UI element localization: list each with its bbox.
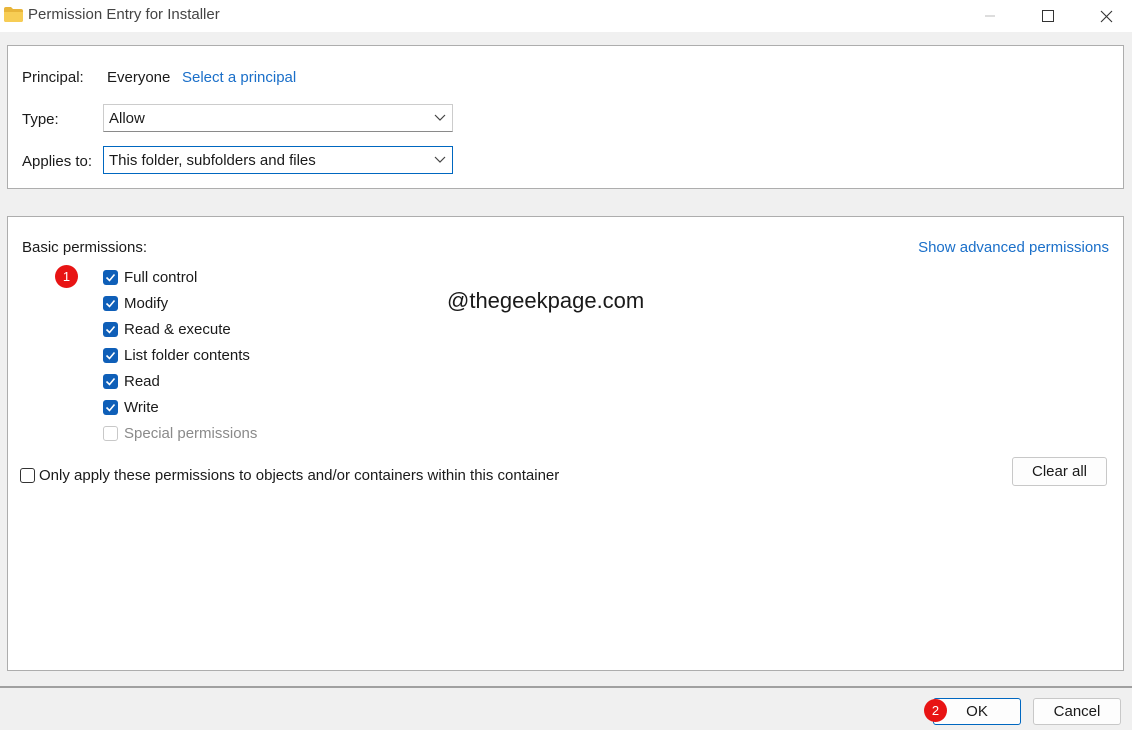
- close-button[interactable]: [1076, 0, 1132, 32]
- principal-value: Everyone: [107, 69, 171, 86]
- checkmark-icon: [105, 273, 116, 282]
- basic-permissions-heading: Basic permissions:: [22, 239, 148, 256]
- checkmark-icon: [105, 325, 116, 334]
- applies-to-dropdown-value: This folder, subfolders and files: [109, 152, 316, 169]
- applies-to-label: Applies to:: [22, 153, 93, 170]
- chevron-down-icon: [434, 114, 446, 121]
- permission-label: Write: [124, 398, 159, 416]
- checkmark-icon: [105, 299, 116, 308]
- checkmark-icon: [105, 403, 116, 412]
- maximize-icon: [1042, 10, 1054, 22]
- close-icon: [1100, 10, 1112, 22]
- minimize-button[interactable]: [960, 0, 1020, 32]
- step-badge: 1: [55, 265, 78, 288]
- title-bar: Permission Entry for Installer: [0, 0, 1132, 32]
- cancel-button[interactable]: Cancel: [1033, 698, 1121, 725]
- show-advanced-permissions-link[interactable]: Show advanced permissions: [918, 239, 1109, 256]
- permission-modify[interactable]: Modify: [103, 293, 168, 313]
- chevron-down-icon: [434, 156, 446, 163]
- minimize-icon: [985, 15, 995, 17]
- permission-read-execute[interactable]: Read & execute: [103, 319, 231, 339]
- type-label: Type:: [22, 111, 59, 128]
- permissions-panel: Basic permissions: Show advanced permiss…: [7, 216, 1124, 671]
- type-dropdown-value: Allow: [109, 110, 145, 127]
- checkbox-checked[interactable]: [103, 295, 118, 311]
- permission-read[interactable]: Read: [103, 371, 160, 391]
- permission-write[interactable]: Write: [103, 397, 159, 417]
- folder-icon: [4, 7, 23, 22]
- permission-label: Modify: [124, 294, 169, 312]
- permission-label: List folder contents: [124, 346, 250, 364]
- select-principal-link[interactable]: Select a principal: [182, 69, 296, 86]
- permission-full-control[interactable]: Full control: [103, 267, 197, 287]
- only-apply-label: Only apply these permissions to objects …: [39, 466, 560, 484]
- permission-special: Special permissions: [103, 423, 257, 443]
- checkbox-checked[interactable]: [103, 347, 118, 363]
- permission-label: Full control: [124, 268, 198, 286]
- window-title: Permission Entry for Installer: [28, 6, 220, 23]
- principal-panel: Principal: Everyone Select a principal T…: [7, 45, 1124, 189]
- principal-label: Principal:: [22, 69, 84, 86]
- checkbox-checked[interactable]: [103, 321, 118, 337]
- checkmark-icon: [105, 377, 116, 386]
- only-apply-option[interactable]: Only apply these permissions to objects …: [20, 465, 559, 485]
- clear-all-button[interactable]: Clear all: [1012, 457, 1107, 486]
- checkbox-unchecked[interactable]: [20, 467, 35, 483]
- checkbox-checked[interactable]: [103, 399, 118, 415]
- permission-list-folder-contents[interactable]: List folder contents: [103, 345, 250, 365]
- watermark-text: @thegeekpage.com: [447, 288, 645, 313]
- footer-separator: [0, 686, 1132, 688]
- permission-label: Read & execute: [124, 320, 231, 338]
- maximize-button[interactable]: [1018, 0, 1078, 32]
- checkbox-checked[interactable]: [103, 373, 118, 389]
- checkbox-checked[interactable]: [103, 269, 118, 285]
- step-badge: 2: [924, 699, 947, 722]
- permission-label: Special permissions: [124, 424, 258, 442]
- checkbox-disabled: [103, 425, 118, 441]
- checkmark-icon: [105, 351, 116, 360]
- type-dropdown[interactable]: Allow: [103, 104, 453, 132]
- applies-to-dropdown[interactable]: This folder, subfolders and files: [103, 146, 453, 174]
- permission-label: Read: [124, 372, 160, 390]
